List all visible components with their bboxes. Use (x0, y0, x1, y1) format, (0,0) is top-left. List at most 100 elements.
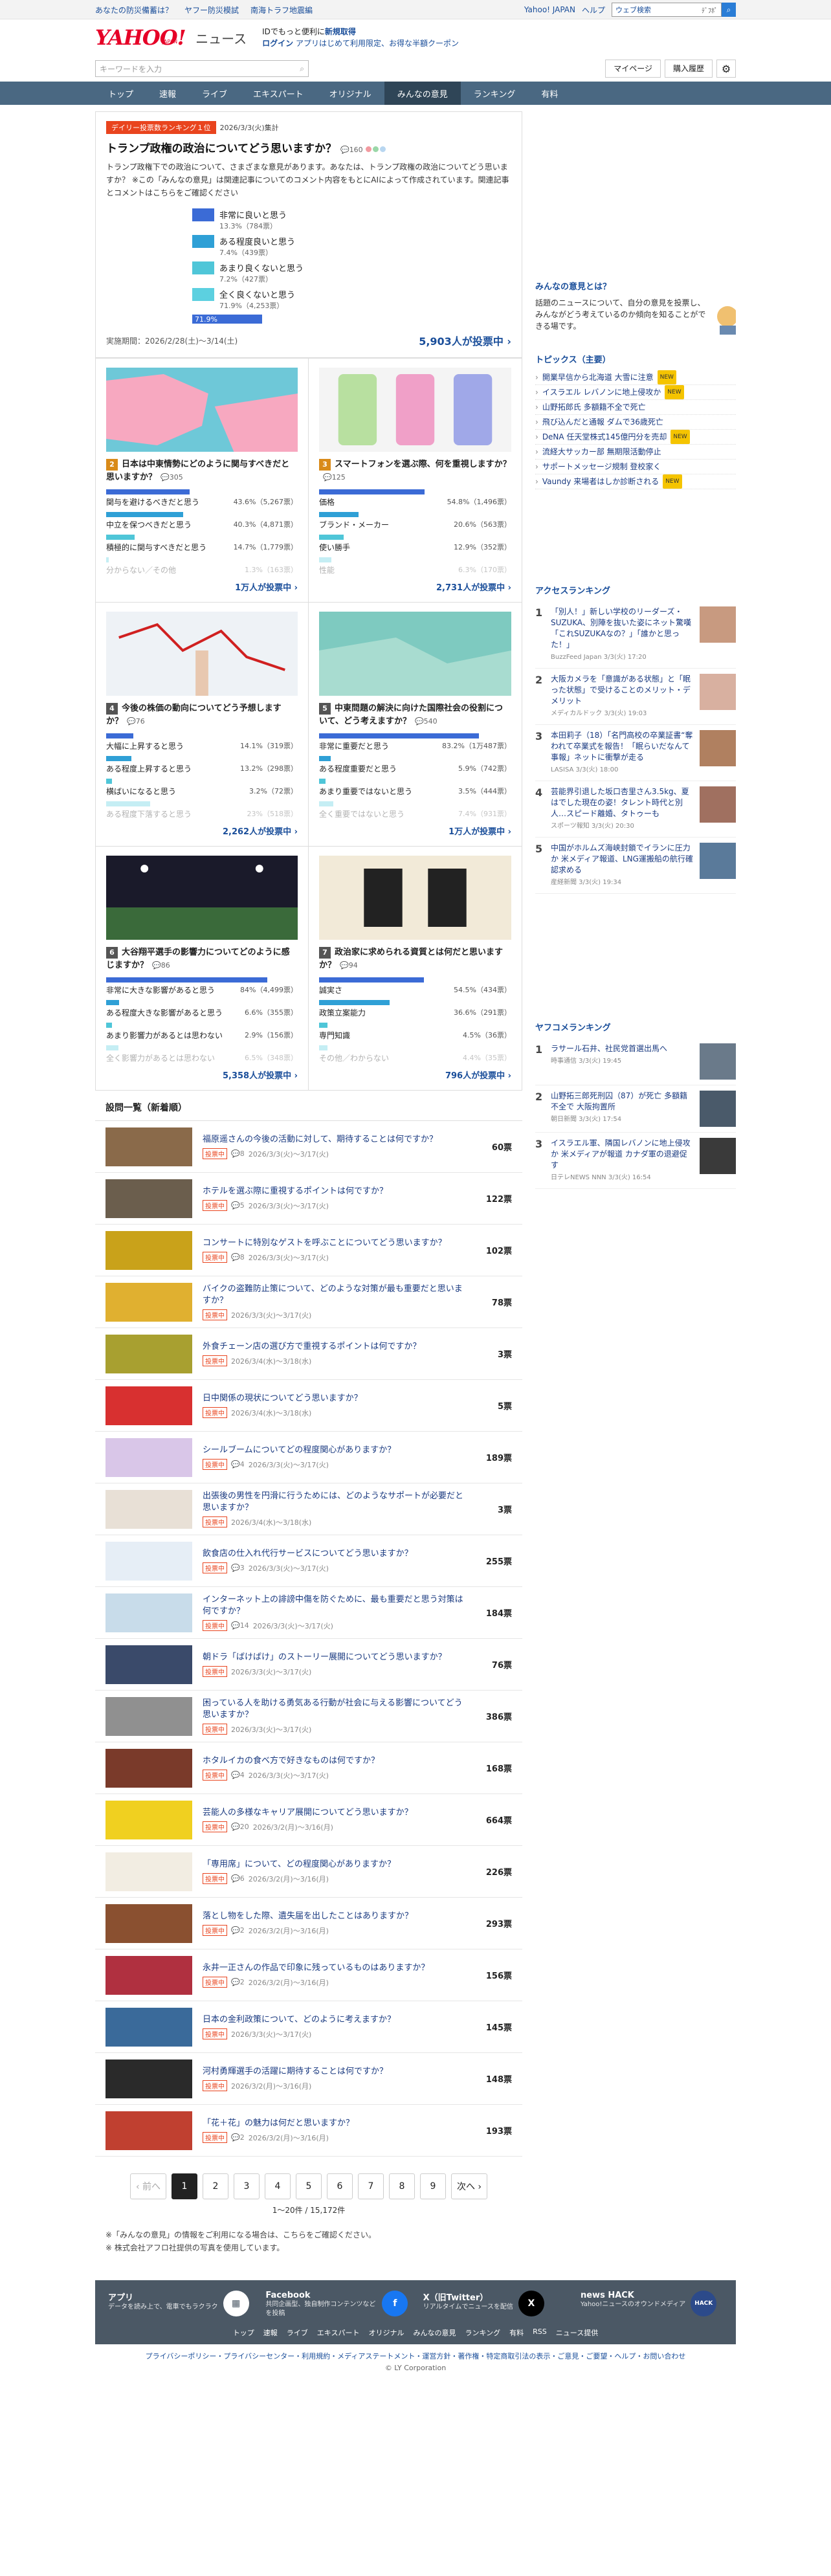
poll-card[interactable]: 7 政治家に求められる資質とは何だと思いますか？ 💬94 誠実さ 54.5%（434票）… (309, 846, 522, 1090)
poll-option-row[interactable]: 全く重要ではないと思う 7.4%（931票） (319, 801, 511, 819)
footer-link[interactable]: トップ (233, 2327, 254, 2338)
poll-option-row[interactable]: あまり影響力があるとは思わない 2.9%（156票） (106, 1023, 298, 1041)
list-item-title[interactable]: 「花＋花」の魅力は何だと思いますか？ (203, 2118, 467, 2129)
poll-option-row[interactable]: 分からない／その他 1.3%（163票） (106, 557, 298, 575)
yahoo-news-logo[interactable]: YAHOO! JAPAN ニュース (95, 25, 247, 50)
list-item[interactable]: 困っている人を助ける勇気ある行動が社会に与える影響についてどう思いますか？ 投票中… (95, 1691, 522, 1742)
search-icon[interactable]: ⌕ (722, 3, 736, 17)
poll-option[interactable]: あまり良くないと思う 7.2%（427票） (192, 261, 425, 284)
nav-original[interactable]: オリジナル (316, 82, 384, 105)
footer-link[interactable]: ランキング (465, 2327, 500, 2338)
nav-live[interactable]: ライブ (189, 82, 240, 105)
topic-link[interactable]: イスラエル レバノンに地上侵攻かNEW (535, 385, 736, 400)
list-item-title[interactable]: ホテルを選ぶ際に重視するポイントは何ですか？ (203, 1186, 467, 1197)
vote-link[interactable]: 796人が投票中 › (445, 1071, 511, 1081)
poll-option[interactable]: ある程度良いと思う 7.4%（439票） (192, 235, 425, 258)
topic-link[interactable]: 山野拓郎氏 多額籍不全で死亡 (535, 400, 736, 415)
ranking-item[interactable]: 2 山野拓三郎死刑囚（87）が死亡 多額籍不全で 大阪拘置所 朝日新聞 3/3(火)… (535, 1085, 736, 1133)
footer-link[interactable]: エキスパート (317, 2327, 360, 2338)
poll-option-row[interactable]: 専門知識 4.5%（36票） (319, 1023, 511, 1041)
list-item-title[interactable]: ホタルイカの食べ方で好きなものは何ですか？ (203, 1755, 467, 1767)
page-button-4[interactable]: 4 (265, 2173, 291, 2199)
list-item-title[interactable]: 外食チェーン店の選び方で重視するポイントは何ですか？ (203, 1341, 467, 1353)
vote-link[interactable]: 2,731人が投票中 › (436, 583, 511, 593)
poll-option-row[interactable]: 使い勝手 12.9%（352票） (319, 535, 511, 553)
list-item-title[interactable]: 日中関係の現状についてどう思いますか？ (203, 1393, 467, 1405)
footer-app[interactable]: アプリ データを読み上で、電車でもラクラク ▦ (108, 2291, 250, 2318)
nav-top[interactable]: トップ (95, 82, 146, 105)
poll-option-row[interactable]: ある程度大きな影響があると思う 6.6%（355票） (106, 1000, 298, 1018)
page-button-2[interactable]: 2 (203, 2173, 228, 2199)
poll-title[interactable]: 4 今後の株価の動向についてどう予想しますか？ 💬76 (106, 702, 298, 728)
gear-icon[interactable]: ⚙ (716, 60, 736, 78)
poll-option-row[interactable]: 積極的に関与すべきだと思う 14.7%（1,779票） (106, 535, 298, 553)
list-item-title[interactable]: 「専用席」について、どの程度関心がありますか？ (203, 1859, 467, 1871)
keyword-search-input[interactable]: キーワードを入力 ⌕ (95, 60, 309, 77)
top-link[interactable]: あなたの防災備蓄は？ (95, 5, 173, 16)
login-link[interactable]: ログイン (262, 39, 293, 48)
list-item-title[interactable]: 出張後の男性を円滑に行うためには、どのようなサポートが必要だと思いますか？ (203, 1491, 467, 1514)
poll-title[interactable]: 3 スマートフォンを選ぶ際、何を重視しますか？ 💬125 (319, 458, 511, 484)
poll-card[interactable]: 2 日本は中東情勢にどのように関与すべきだと思いますか？ 💬305 関与を避けるべきだ… (96, 358, 309, 602)
ranking-item[interactable]: 5 中国がホルムズ海峡封鎖でイランに圧力か 米メディア報道、LNG運搬船の航行確認… (535, 838, 736, 894)
about-opinion-heading[interactable]: みんなの意見とは？ (535, 280, 736, 292)
list-item[interactable]: 飲食店の仕入れ代行サービスについてどう思いますか？ 投票中 💬3 2026/3/3(火… (95, 1535, 522, 1587)
list-item[interactable]: 朝ドラ「ばけばけ」のストーリー展開についてどう思いますか？ 投票中 2026/3/3… (95, 1639, 522, 1691)
list-item-title[interactable]: 河村勇輝選手の活躍に期待することは何ですか？ (203, 2066, 467, 2078)
footer-link[interactable]: オリジナル (368, 2327, 404, 2338)
list-item-title[interactable]: コンサートに特別なゲストを呼ぶことについてどう思いますか？ (203, 1238, 467, 1249)
list-item[interactable]: バイクの盗難防止策について、どのような対策が最も重要だと思いますか？ 投票中 202… (95, 1276, 522, 1328)
list-item[interactable]: 外食チェーン店の選び方で重視するポイントは何ですか？ 投票中 2026/3/4(水)… (95, 1328, 522, 1380)
footer-link[interactable]: 速報 (263, 2327, 278, 2338)
list-item[interactable]: 出張後の男性を円滑に行うためには、どのようなサポートが必要だと思いますか？ 投票中… (95, 1483, 522, 1535)
list-item[interactable]: 福原遥さんの今後の活動に対して、期待することは何ですか？ 投票中 💬8 2026/3/… (95, 1121, 522, 1173)
footer-link[interactable]: ライブ (287, 2327, 308, 2338)
page-button-6[interactable]: 6 (327, 2173, 353, 2199)
footer-x[interactable]: X（旧Twitter） リアルタイムでニュースを配信 X (423, 2291, 566, 2318)
topic-link[interactable]: サポートメッセージ規制 登校家く (535, 460, 736, 474)
help-link[interactable]: ヘルプ (582, 5, 605, 16)
poll-option-row[interactable]: 誠実さ 54.5%（434票） (319, 977, 511, 995)
poll-option-row[interactable]: ある程度上昇すると思う 13.2%（298票） (106, 756, 298, 774)
ranking-item[interactable]: 3 イスラエル軍、隣国レバノンに地上侵攻か 米メディアが報道 カナダ軍の退避促す日… (535, 1133, 736, 1189)
page-button-7[interactable]: 7 (358, 2173, 384, 2199)
legal-links[interactable]: プライバシーポリシー・プライバシーセンター・利用規約・メディアステートメント・運… (0, 2344, 831, 2364)
list-item[interactable]: コンサートに特別なゲストを呼ぶことについてどう思いますか？ 投票中 💬8 2026/3… (95, 1225, 522, 1276)
poll-title[interactable]: 7 政治家に求められる資質とは何だと思いますか？ 💬94 (319, 946, 511, 972)
page-button-5[interactable]: 5 (296, 2173, 322, 2199)
web-search-input[interactable]: ウェブ検索 ﾃﾞﾌﾎﾟ (612, 3, 722, 17)
poll-option-row[interactable]: ある程度下落すると思う 23%（518票） (106, 801, 298, 819)
prev-page-button[interactable]: ‹ 前へ (130, 2173, 166, 2199)
list-item-title[interactable]: 芸能人の多様なキャリア展開についてどう思いますか？ (203, 1807, 467, 1819)
poll-option-row[interactable]: その他／わからない 4.4%（35票） (319, 1045, 511, 1063)
footer-link[interactable]: みんなの意見 (413, 2327, 456, 2338)
topic-link[interactable]: DeNA 任天堂株式145億円分を売却NEW (535, 430, 736, 445)
list-item-title[interactable]: 落とし物をした際、遺失届を出したことはありますか？ (203, 1911, 467, 1922)
list-item[interactable]: 落とし物をした際、遺失届を出したことはありますか？ 投票中 💬2 2026/3/2(月… (95, 1898, 522, 1949)
nav-expert[interactable]: エキスパート (240, 82, 316, 105)
footer-link[interactable]: RSS (533, 2327, 547, 2338)
ranking-item[interactable]: 1 「別人！」新しい学校のリーダーズ・SUZUKA、別陣を抜いた姿にネット驚嘆「こ… (535, 601, 736, 669)
poll-title[interactable]: 6 大谷翔平選手の影響力についてどのように感じますか？ 💬86 (106, 946, 298, 972)
list-item-title[interactable]: 困っている人を助ける勇気ある行動が社会に与える影響についてどう思いますか？ (203, 1698, 467, 1721)
footer-facebook[interactable]: Facebook 共同企画型、独自制作コンテンツなどを投稿 f (265, 2291, 408, 2318)
list-item[interactable]: 芸能人の多様なキャリア展開についてどう思いますか？ 投票中 💬20 2026/3/2(… (95, 1794, 522, 1846)
next-page-button[interactable]: 次へ › (451, 2173, 487, 2199)
poll-option-row[interactable]: 中立を保つべきだと思う 40.3%（4,871票） (106, 512, 298, 530)
poll-option-row[interactable]: ブランド・メーカー 20.6%（563票） (319, 512, 511, 530)
list-item[interactable]: 「専用席」について、どの程度関心がありますか？ 投票中 💬6 2026/3/2(月)〜… (95, 1846, 522, 1898)
top-link[interactable]: ヤフー防災模試 (184, 5, 239, 16)
poll-option-row[interactable]: 政策立案能力 36.6%（291票） (319, 1000, 511, 1018)
ranking-item[interactable]: 3 本田莉子（18）「名門高校の卒業証書“奪われて卒業式を報告！「眠らいだなんて事… (535, 725, 736, 781)
list-item-title[interactable]: 朝ドラ「ばけばけ」のストーリー展開についてどう思いますか？ (203, 1652, 467, 1663)
page-button-9[interactable]: 9 (420, 2173, 446, 2199)
list-item-title[interactable]: シールブームについてどの程度関心がありますか？ (203, 1445, 467, 1456)
top-link[interactable]: 南海トラフ地震編 (250, 5, 313, 16)
vote-link[interactable]: 1万人が投票中 › (449, 827, 511, 837)
vote-link[interactable]: 5,903人が投票中 › (419, 333, 511, 348)
app-coupon-link[interactable]: アプリはじめて利用限定、お得な半額クーポン (296, 39, 459, 48)
list-item[interactable]: シールブームについてどの程度関心がありますか？ 投票中 💬4 2026/3/3(火)〜… (95, 1432, 522, 1483)
list-item[interactable]: 日中関係の現状についてどう思いますか？ 投票中 2026/3/4(水)〜3/18(水… (95, 1380, 522, 1432)
poll-title[interactable]: 2 日本は中東情勢にどのように関与すべきだと思いますか？ 💬305 (106, 458, 298, 484)
poll-option-row[interactable]: 価格 54.8%（1,496票） (319, 489, 511, 507)
